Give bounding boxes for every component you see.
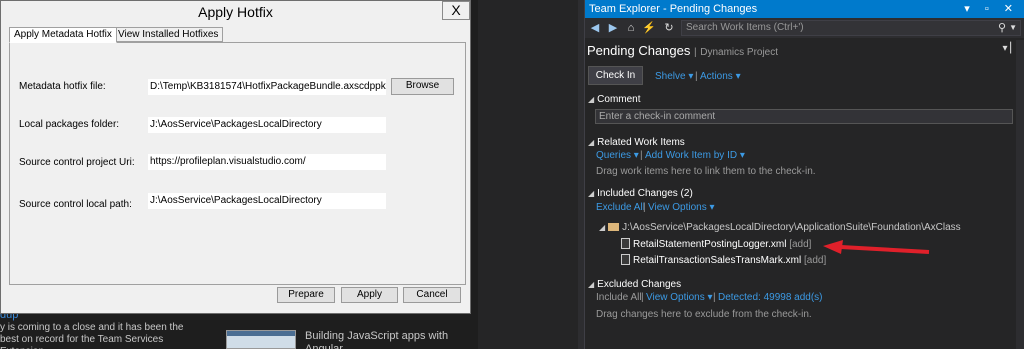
dialog-title: Apply Hotfix (198, 4, 273, 20)
file-item[interactable]: RetailStatementPostingLogger.xml [add] (621, 238, 811, 250)
close-button[interactable]: X (442, 1, 470, 20)
home-icon[interactable]: ⌂ (624, 21, 638, 35)
browse-button[interactable]: Browse (391, 78, 454, 95)
excluded-changes-header[interactable]: ◢ Excluded Changes (588, 279, 681, 290)
source-control-uri-field[interactable]: https://profileplan.visualstudio.com/ (148, 154, 386, 170)
page-title: Pending Changes | Dynamics Project (587, 43, 778, 58)
search-placeholder: Search Work Items (Ctrl+') (686, 22, 804, 33)
close-icon: X (451, 2, 461, 18)
connect-icon[interactable]: ⚡ (642, 21, 656, 35)
project-name: Dynamics Project (700, 47, 779, 58)
queries-link[interactable]: Queries ▾ (596, 150, 639, 161)
scrollbar[interactable] (1016, 40, 1024, 349)
file-name: RetailTransactionSalesTransMark.xml (633, 255, 802, 266)
cancel-button[interactable]: Cancel (403, 287, 461, 303)
tab-panel: Metadata hotfix file: D:\Temp\KB3181574\… (9, 42, 466, 285)
search-work-items-input[interactable]: Search Work Items (Ctrl+') ⚲ ▼ (681, 20, 1021, 36)
title-separator: | (693, 47, 697, 58)
related-work-items-header[interactable]: ◢ Related Work Items (588, 137, 685, 148)
pipe-separator: | (641, 292, 644, 303)
page-title-text: Pending Changes (587, 43, 691, 58)
prepare-button[interactable]: Prepare (277, 287, 335, 303)
tab-apply-metadata-hotfix[interactable]: Apply Metadata Hotfix (9, 27, 117, 43)
comment-title: Comment (597, 94, 641, 105)
news-link[interactable]: Building JavaScript apps with Angular (305, 330, 465, 349)
include-all-text[interactable]: Include All (596, 292, 642, 303)
collapse-icon: ◢ (588, 280, 595, 289)
local-packages-folder-label: Local packages folder: (19, 119, 120, 130)
apply-hotfix-dialog: Apply Hotfix X Apply Metadata Hotfix Vie… (0, 0, 471, 314)
detected-changes-link[interactable]: Detected: 49998 add(s) (718, 292, 823, 303)
news-thumbnail[interactable] (226, 330, 296, 349)
related-title: Related Work Items (597, 137, 685, 148)
pipe-separator: | (643, 202, 646, 213)
file-item[interactable]: RetailTransactionSalesTransMark.xml [add… (621, 254, 826, 266)
related-hint: Drag work items here to link them to the… (596, 166, 816, 177)
editor-strip (478, 0, 578, 349)
check-in-button[interactable]: Check In (588, 66, 643, 85)
shelve-link[interactable]: Shelve ▾ (655, 71, 693, 82)
view-options-link[interactable]: View Options ▾ (646, 292, 713, 303)
excluded-title: Excluded Changes (597, 279, 682, 290)
pipe-separator: | (640, 150, 643, 161)
team-explorer-title: Team Explorer - Pending Changes (589, 3, 758, 15)
dialog-titlebar: Apply Hotfix X (1, 1, 470, 23)
included-title: Included Changes (2) (597, 188, 693, 199)
excluded-hint: Drag changes here to exclude from the ch… (596, 309, 812, 320)
pipe-separator: | (695, 71, 698, 82)
window-controls-icon[interactable]: ▾ ▫ ✕ (964, 2, 1019, 15)
folder-icon (608, 223, 620, 231)
included-changes-header[interactable]: ◢ Included Changes (2) (588, 188, 693, 199)
add-work-item-link[interactable]: Add Work Item by ID ▾ (645, 150, 745, 161)
team-explorer-panel: Team Explorer - Pending Changes ▾ ▫ ✕ ◀ … (584, 0, 1024, 349)
forward-icon[interactable]: ▶ (606, 21, 620, 35)
source-control-uri-label: Source control project Uri: (19, 157, 135, 168)
change-tag: [add] (789, 239, 812, 250)
team-explorer-titlebar: Team Explorer - Pending Changes ▾ ▫ ✕ (585, 0, 1024, 18)
pipe-separator: | (713, 292, 716, 303)
local-packages-folder-field[interactable]: J:\AosService\PackagesLocalDirectory (148, 117, 386, 133)
metadata-hotfix-file-field[interactable]: D:\Temp\KB3181574\HotfixPackageBundle.ax… (148, 79, 386, 95)
file-name: RetailStatementPostingLogger.xml (633, 239, 787, 250)
exclude-all-link[interactable]: Exclude All (596, 202, 645, 213)
collapse-icon: ◢ (588, 138, 595, 147)
check-in-comment-input[interactable]: Enter a check-in comment (595, 109, 1013, 124)
chevron-down-icon[interactable]: ▼ (1009, 21, 1017, 35)
actions-link[interactable]: Actions ▾ (700, 71, 741, 82)
view-options-link[interactable]: View Options ▾ (648, 202, 715, 213)
tab-view-installed-hotfixes[interactable]: View Installed Hotfixes (113, 27, 224, 42)
collapse-icon: ◢ (588, 95, 595, 104)
folder-tree-item[interactable]: ◢ J:\AosService\PackagesLocalDirectory\Ap… (599, 222, 961, 233)
screen: dup y is coming to a close and it has be… (0, 0, 1024, 349)
file-icon (621, 238, 630, 249)
search-icon[interactable]: ⚲ (998, 21, 1006, 35)
team-explorer-toolbar: ◀ ▶ ⌂ ⚡ ↻ Search Work Items (Ctrl+') ⚲ ▼ (585, 18, 1024, 38)
comment-section-header[interactable]: ◢ Comment (588, 94, 641, 105)
file-icon (621, 254, 630, 265)
source-control-local-path-label: Source control local path: (19, 199, 132, 210)
folder-path: J:\AosService\PackagesLocalDirectory\App… (622, 222, 961, 233)
news-text: y is coming to a close and it has been t… (0, 322, 184, 349)
refresh-icon[interactable]: ↻ (662, 21, 676, 35)
back-icon[interactable]: ◀ (588, 21, 602, 35)
expand-icon[interactable]: ◢ (599, 223, 605, 232)
metadata-hotfix-file-label: Metadata hotfix file: (19, 81, 106, 92)
source-control-local-path-field[interactable]: J:\AosService\PackagesLocalDirectory (148, 193, 386, 209)
collapse-icon: ◢ (588, 189, 595, 198)
apply-button[interactable]: Apply (341, 287, 398, 303)
red-arrow-annotation (823, 240, 930, 254)
